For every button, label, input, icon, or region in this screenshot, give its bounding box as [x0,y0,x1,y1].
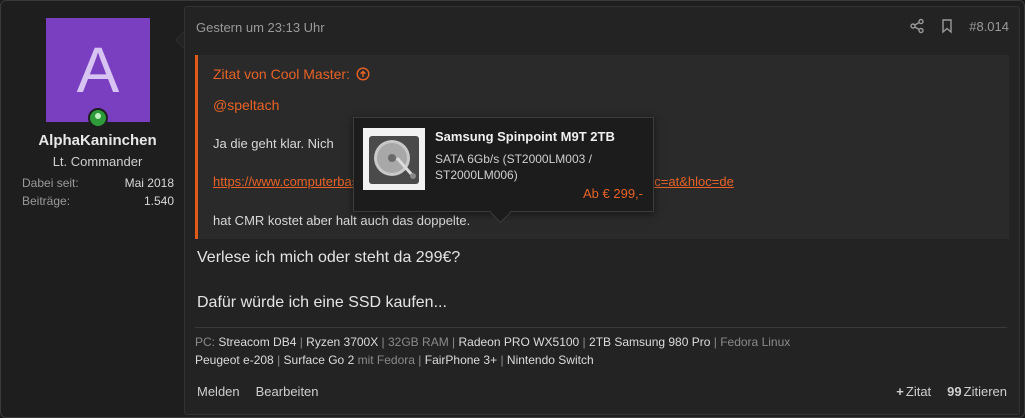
post-frame: A AlphaKaninchen Lt. Commander Dabei sei… [0,0,1025,418]
signature-line: Peugeot e-208 | Surface Go 2 mit Fedora … [195,351,1007,369]
post-timestamp[interactable]: Gestern um 23:13 Uhr [196,20,325,35]
stat-joined: Dabei seit: Mai 2018 [22,176,174,190]
sig-part: | [273,353,284,367]
post-pointer [175,31,184,49]
post-body-text: Dafür würde ich eine SSD kaufen... [197,294,447,311]
stat-value: 1.540 [143,194,174,208]
quote-text: hat CMR kostet aber halt auch das doppel… [213,213,471,228]
stat-value: Mai 2018 [124,176,174,190]
quote-icon: 99 [947,384,962,399]
post-body-text: Verlese ich mich oder steht da 299€? [197,249,461,266]
sig-part: | [497,353,507,367]
quote-text: Ja die geht klar. Nich [213,136,334,151]
stat-label: Dabei seit: [22,176,79,190]
sig-part: Surface Go 2 [283,353,355,367]
edit-button[interactable]: Bearbeiten [256,384,319,399]
sig-part: PC: [195,335,219,349]
user-panel: A AlphaKaninchen Lt. Commander Dabei sei… [2,2,183,416]
tooltip-title: Samsung Spinpoint M9T 2TB [435,129,615,144]
tooltip-description: SATA 6Gb/s (ST2000LM003 / ST2000LM006) [435,152,592,182]
bookmark-icon[interactable] [939,18,955,34]
signature-line: PC: Streacom DB4 | Ryzen 3700X | 32GB RA… [195,333,1007,351]
plus-icon: + [896,384,904,399]
quote-header[interactable]: Zitat von Cool Master: [213,66,370,82]
quote-block: Zitat von Cool Master: @speltach Ja die … [195,55,1009,239]
report-button[interactable]: Melden [197,384,240,399]
add-quote-label: Zitat [905,384,932,399]
hard-drive-image [363,128,425,190]
add-quote-button[interactable]: + Zitat [896,384,931,399]
sig-part: 2TB Samsung 980 Pro [589,335,711,349]
footer-right-actions: + Zitat 99 Zitieren [896,384,1007,399]
sig-part: Streacom DB4 [218,335,297,349]
sig-part: | Fedora Linux [710,335,791,349]
username[interactable]: AlphaKaninchen [2,132,193,149]
arrow-up-circle-icon[interactable] [356,67,370,81]
sig-part: mit Fedora | [354,353,425,367]
quote-author[interactable]: Zitat von Cool Master: [213,66,350,82]
sig-part: FairPhone 3+ [424,353,498,367]
signature: PC: Streacom DB4 | Ryzen 3700X | 32GB RA… [195,327,1007,369]
avatar[interactable]: A [46,18,150,122]
sig-part: | [579,335,590,349]
post-actions: #8.014 [909,18,1009,34]
sig-part: | [296,335,307,349]
sig-part: Radeon PRO WX5100 [458,335,580,349]
tooltip-price[interactable]: Ab € 299,- [583,186,643,201]
quote-mention[interactable]: @speltach [213,97,279,113]
share-icon[interactable] [909,18,925,34]
reply-quote-button[interactable]: 99 Zitieren [947,384,1007,399]
sig-part: | 32GB RAM | [378,335,459,349]
online-status-icon [88,108,108,128]
sig-part: Ryzen 3700X [306,335,379,349]
stat-label: Beiträge: [22,194,71,208]
sig-part: Nintendo Switch [506,353,594,367]
reply-quote-label: Zitieren [963,384,1007,399]
footer-left-actions: Melden Bearbeiten [197,384,319,399]
stat-posts: Beiträge: 1.540 [22,194,174,208]
post-panel: Gestern um 23:13 Uhr #8.014 Zitat von Co… [184,6,1020,415]
user-rank: Lt. Commander [52,154,143,169]
post-number[interactable]: #8.014 [969,19,1009,34]
product-tooltip[interactable]: Samsung Spinpoint M9T 2TB SATA 6Gb/s (ST… [353,117,654,212]
sig-part: Peugeot e-208 [195,353,274,367]
